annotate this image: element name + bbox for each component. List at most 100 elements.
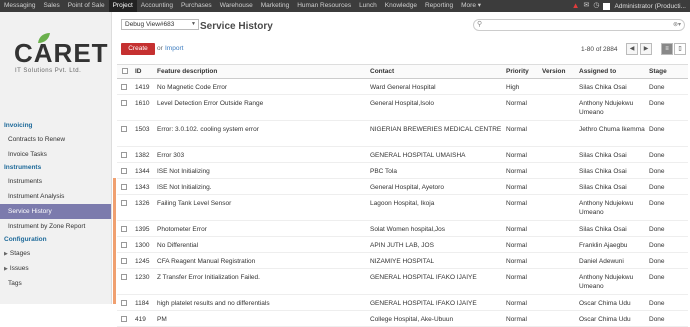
cell-stage: Done (647, 220, 688, 237)
cell-description: Failing Tank Level Sensor (155, 194, 368, 221)
top-menu-item[interactable]: Lunch (355, 0, 381, 12)
top-menu-item[interactable]: Human Resources (293, 0, 355, 12)
top-menu-item[interactable]: Project (108, 0, 137, 12)
row-checkbox[interactable] (117, 194, 133, 221)
cell-stage: Done (647, 194, 688, 221)
row-checkbox[interactable] (117, 78, 133, 95)
col-header-version[interactable]: Version (540, 64, 577, 79)
col-header-contact[interactable]: Contact (368, 64, 504, 79)
cell-assigned: Daniel Adewuni (577, 252, 647, 269)
cell-id: 1344 (133, 162, 155, 179)
col-header-description[interactable]: Feature description (155, 64, 368, 79)
warning-icon[interactable]: ▲ (572, 0, 580, 12)
table-row[interactable]: 1326 Failing Tank Level Sensor Lagoon Hosp… (117, 194, 688, 221)
cell-priority: High (504, 78, 540, 95)
import-link[interactable]: Import (165, 45, 183, 52)
sidebar-item[interactable]: ▶ Stages (0, 246, 111, 261)
cell-priority: Normal (504, 220, 540, 237)
cell-version (540, 236, 577, 253)
cell-priority: Normal (504, 178, 540, 195)
row-checkbox[interactable] (117, 236, 133, 253)
table-row[interactable]: 1230 Z Transfer Error Initialization Fail… (117, 268, 688, 295)
top-menu-item[interactable]: Reporting (421, 0, 457, 12)
row-checkbox[interactable] (117, 220, 133, 237)
top-menu-item[interactable]: Point of Sale (64, 0, 109, 12)
sidebar-item[interactable]: Instrument by Zone Report (0, 219, 111, 234)
col-header-stage[interactable]: Stage (647, 64, 688, 79)
cell-assigned: Franklin Ajaegbu (577, 236, 647, 253)
sidebar-item[interactable]: Instruments (0, 174, 111, 189)
sidebar-item[interactable]: ▶ Issues (0, 261, 111, 276)
next-page-button[interactable]: ▶ (640, 43, 652, 55)
cell-contact: Ward General Hospital (368, 78, 504, 95)
sidebar-item[interactable]: Contracts to Renew (0, 132, 111, 147)
cell-id: 1343 (133, 178, 155, 195)
cell-assigned: Oscar Chima Udu (577, 310, 647, 327)
top-menu-item[interactable]: Sales (39, 0, 63, 12)
row-checkbox[interactable] (117, 294, 133, 311)
row-checkbox[interactable] (117, 146, 133, 163)
chat-icon[interactable]: ✉ (583, 0, 589, 12)
sidebar-item[interactable]: Invoice Tasks (0, 147, 111, 162)
col-header-priority[interactable]: Priority (504, 64, 540, 79)
search-input[interactable]: ⚲ ⊗▾ (473, 19, 685, 31)
top-menu-item[interactable]: Messaging (0, 0, 39, 12)
table-row[interactable]: 1300 No Differential APIN JUTH LAB, JOS Nor… (117, 236, 688, 253)
create-button[interactable]: Create (121, 43, 155, 55)
table-row[interactable]: 1382 Error 303 GENERAL HOSPITAL UMAISHA Nor… (117, 146, 688, 163)
top-menu-item[interactable]: More ▾ (457, 0, 485, 12)
table-row[interactable]: 1395 Photometer Error Solat Women hospital… (117, 220, 688, 237)
cell-priority: Normal (504, 94, 540, 121)
debug-view-select[interactable]: Debug View#683 ▼ (121, 19, 199, 30)
clock-icon[interactable]: ◷ (593, 0, 599, 12)
user-menu[interactable]: Administrator (Producti... (614, 3, 686, 10)
sidebar-item-label: Instruments (8, 178, 42, 185)
avatar[interactable] (603, 2, 611, 10)
search-icon: ⚲ (477, 21, 483, 28)
col-header-assigned[interactable]: Assigned to (577, 64, 647, 79)
table-row[interactable]: 1245 CFA Reagent Manual Registration NIZAM… (117, 252, 688, 269)
top-menu-item[interactable]: Marketing (257, 0, 294, 12)
table-row[interactable]: 1419 No Magnetic Code Error Ward General H… (117, 78, 688, 95)
cell-stage: Done (647, 252, 688, 269)
row-checkbox[interactable] (117, 310, 133, 327)
table-row[interactable]: 419 PM College Hospital, Ake-Ubuun Normal Os… (117, 310, 688, 327)
row-checkbox[interactable] (117, 268, 133, 295)
top-menu-item[interactable]: Accounting (137, 0, 177, 12)
expand-triangle-icon[interactable]: ▶ (4, 266, 8, 272)
top-menu-item[interactable]: Purchases (177, 0, 216, 12)
row-checkbox[interactable] (117, 94, 133, 121)
cell-assigned: Jethro Chuma Ikemma (577, 120, 647, 147)
sidebar-item[interactable]: Instrument Analysis (0, 189, 111, 204)
table-row[interactable]: 1610 Level Detection Error Outside Range G… (117, 94, 688, 121)
pager-value[interactable]: 1-80 of 2884 (581, 46, 618, 53)
select-all-checkbox[interactable] (117, 64, 133, 79)
cell-contact: College Hospital, Ake-Ubuun (368, 310, 504, 327)
top-menu-item[interactable]: Knowledge (381, 0, 421, 12)
table-row[interactable]: 1503 Error: 3.0.102. cooling system error… (117, 120, 688, 147)
table-row[interactable]: 1184 high platelet results and no differe… (117, 294, 688, 311)
cell-stage: Done (647, 178, 688, 195)
cell-contact: NIGERIAN BREWERIES MEDICAL CENTRE (368, 120, 504, 147)
cell-description: high platelet results and no differentia… (155, 294, 368, 311)
sidebar-item-label: Instrument by Zone Report (8, 223, 86, 230)
sidebar-item[interactable]: Service History (0, 204, 111, 219)
expand-triangle-icon[interactable]: ▶ (4, 251, 8, 257)
row-checkbox[interactable] (117, 120, 133, 147)
sidebar-item-label: Issues (9, 265, 29, 272)
row-checkbox[interactable] (117, 178, 133, 195)
table-row[interactable]: 1343 ISE Not Initializing. General Hospita… (117, 178, 688, 195)
list-view-button[interactable]: ≡ (661, 43, 673, 55)
top-menu-item[interactable]: Warehouse (216, 0, 257, 12)
prev-page-button[interactable]: ◀ (626, 43, 638, 55)
search-options-icon[interactable]: ⊗▾ (673, 21, 681, 28)
form-view-button[interactable]: ▯ (674, 43, 686, 55)
cell-contact: General Hospital,Isolo (368, 94, 504, 121)
cell-stage: Done (647, 310, 688, 327)
row-checkbox[interactable] (117, 252, 133, 269)
table-row[interactable]: 1344 ISE Not Initializing PBC Tola Normal Si… (117, 162, 688, 179)
sidebar-item[interactable]: Tags (0, 276, 111, 291)
row-checkbox[interactable] (117, 162, 133, 179)
col-header-id[interactable]: ID (133, 64, 155, 79)
sidebar: CARET IT Solutions Pvt. Ltd. Invoicing Co… (0, 12, 112, 304)
